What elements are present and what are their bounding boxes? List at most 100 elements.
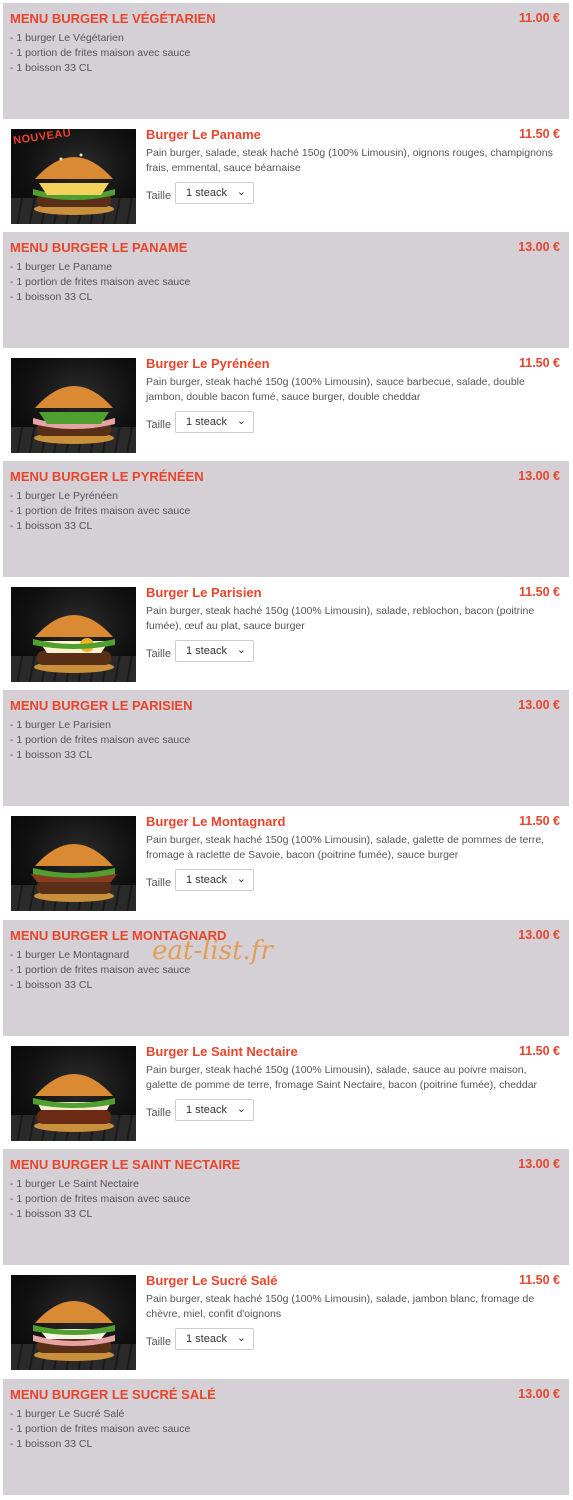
menu-title: MENU BURGER LE PYRÉNÉEN [10, 469, 204, 484]
menu-line: - 1 boisson 33 CL [10, 1438, 93, 1450]
menu-contents: - 1 burger Le Parisien - 1 portion de fr… [10, 718, 190, 763]
burger-price: 11.50 € [518, 1044, 560, 1058]
size-select-value: 1 steack [186, 1104, 227, 1116]
burger-description: Pain burger, steak haché 150g (100% Limo… [146, 834, 545, 861]
chevron-down-icon: ⌄ [236, 415, 246, 427]
burger-title[interactable]: Burger Le Parisien [146, 585, 262, 600]
burger-title[interactable]: Burger Le Paname [146, 127, 261, 142]
menu-card[interactable]: MENU BURGER LE PANAME 13.00 € - 1 burger… [3, 232, 569, 348]
burger-description: Pain burger, salade, steak haché 150g (1… [146, 147, 553, 174]
burger-photo[interactable]: NOUVEAU [11, 129, 136, 224]
size-select[interactable]: 1 steack ⌄ [175, 869, 254, 891]
menu-line: - 1 portion de frites maison avec sauce [10, 734, 191, 746]
menu-line: - 1 boisson 33 CL [10, 291, 93, 303]
menu-line: - 1 boisson 33 CL [10, 62, 93, 74]
menu-title: MENU BURGER LE VÉGÉTARIEN [10, 11, 216, 26]
chevron-down-icon: ⌄ [236, 873, 246, 885]
size-label: Taille [146, 1107, 172, 1119]
burger-card[interactable]: NOUVEAU Burger Le Paname 11.50 € Pain bu… [3, 121, 569, 229]
menu-card[interactable]: MENU BURGER LE PYRÉNÉEN 13.00 € - 1 burg… [3, 461, 569, 577]
menu-contents: - 1 burger Le Paname - 1 portion de frit… [10, 260, 190, 305]
menu-line: - 1 boisson 33 CL [10, 979, 93, 991]
menu-line: - 1 burger Le Sucré Salé [10, 1408, 125, 1420]
menu-contents: - 1 burger Le Végétarien - 1 portion de … [10, 31, 190, 76]
burger-title[interactable]: Burger Le Montagnard [146, 814, 285, 829]
menu-line: - 1 burger Le Paname [10, 261, 113, 273]
menu-line: - 1 burger Le Végétarien [10, 32, 124, 44]
size-select[interactable]: 1 steack ⌄ [175, 411, 254, 433]
burger-photo[interactable] [11, 358, 136, 453]
menu-line: - 1 boisson 33 CL [10, 520, 93, 532]
burger-title[interactable]: Burger Le Saint Nectaire [146, 1044, 298, 1059]
burger-photo[interactable] [11, 1275, 136, 1370]
burger-illustration [33, 615, 115, 673]
burger-photo[interactable] [11, 587, 136, 682]
menu-line: - 1 burger Le Pyrénéen [10, 490, 118, 502]
menu-card[interactable]: MENU BURGER LE VÉGÉTARIEN 11.00 € - 1 bu… [3, 3, 569, 119]
burger-illustration [31, 844, 117, 902]
menu-price: 11.00 € [518, 11, 560, 25]
burger-description: Pain burger, steak haché 150g (100% Limo… [146, 376, 525, 403]
burger-illustration [33, 386, 115, 444]
chevron-down-icon: ⌄ [236, 644, 246, 656]
burger-description: Pain burger, steak haché 150g (100% Limo… [146, 605, 535, 632]
burger-description: Pain burger, steak haché 150g (100% Limo… [146, 1064, 538, 1091]
burger-price: 11.50 € [518, 814, 560, 828]
menu-title: MENU BURGER LE PANAME [10, 240, 188, 255]
size-select[interactable]: 1 steack ⌄ [175, 1099, 254, 1121]
menu-title: MENU BURGER LE SAINT NECTAIRE [10, 1157, 241, 1172]
chevron-down-icon: ⌄ [236, 1103, 246, 1115]
burger-price: 11.50 € [518, 585, 560, 599]
menu-line: - 1 portion de frites maison avec sauce [10, 1193, 191, 1205]
watermark: eat-list.fr [152, 936, 273, 966]
menu-line: - 1 boisson 33 CL [10, 749, 93, 761]
chevron-down-icon: ⌄ [236, 1332, 246, 1344]
size-select[interactable]: 1 steack ⌄ [175, 1328, 254, 1350]
menu-card[interactable]: MENU BURGER LE PARISIEN 13.00 € - 1 burg… [3, 690, 569, 806]
burger-photo[interactable] [11, 816, 136, 911]
size-select[interactable]: 1 steack ⌄ [175, 182, 254, 204]
size-select-value: 1 steack [186, 187, 227, 199]
menu-card[interactable]: MENU BURGER LE SAINT NECTAIRE 13.00 € - … [3, 1149, 569, 1265]
size-label: Taille [146, 419, 172, 431]
burger-card[interactable]: Burger Le Sucré Salé 11.50 € Pain burger… [3, 1267, 569, 1375]
menu-title: MENU BURGER LE SUCRÉ SALÉ [10, 1387, 216, 1402]
menu-price: 13.00 € [518, 1387, 560, 1401]
burger-title[interactable]: Burger Le Sucré Salé [146, 1273, 278, 1288]
size-select-value: 1 steack [186, 874, 227, 886]
burger-description: Pain burger, steak haché 150g (100% Limo… [146, 1293, 535, 1320]
menu-contents: - 1 burger Le Sucré Salé - 1 portion de … [10, 1407, 190, 1452]
burger-card[interactable]: Burger Le Parisien 11.50 € Pain burger, … [3, 579, 569, 687]
burger-card[interactable]: Burger Le Saint Nectaire 11.50 € Pain bu… [3, 1038, 569, 1146]
burger-card[interactable]: Burger Le Pyrénéen 11.50 € Pain burger, … [3, 350, 569, 458]
burger-price: 11.50 € [518, 356, 560, 370]
menu-line: - 1 burger Le Saint Nectaire [10, 1178, 139, 1190]
burger-photo[interactable] [11, 1046, 136, 1141]
size-label: Taille [146, 1336, 172, 1348]
size-label: Taille [146, 877, 172, 889]
menu-line: - 1 boisson 33 CL [10, 1208, 93, 1220]
menu-line: - 1 portion de frites maison avec sauce [10, 47, 191, 59]
burger-title[interactable]: Burger Le Pyrénéen [146, 356, 270, 371]
size-select-value: 1 steack [186, 1333, 227, 1345]
burger-card[interactable]: Burger Le Montagnard 11.50 € Pain burger… [3, 808, 569, 916]
burger-illustration [33, 1301, 115, 1361]
size-select[interactable]: 1 steack ⌄ [175, 640, 254, 662]
menu-price: 13.00 € [518, 240, 560, 254]
menu-line: - 1 portion de frites maison avec sauce [10, 505, 191, 517]
menu-card[interactable]: MENU BURGER LE SUCRÉ SALÉ 13.00 € - 1 bu… [3, 1379, 569, 1495]
size-label: Taille [146, 190, 172, 202]
menu-contents: - 1 burger Le Pyrénéen - 1 portion de fr… [10, 489, 190, 534]
menu-line: - 1 burger Le Parisien [10, 719, 111, 731]
menu-line: - 1 portion de frites maison avec sauce [10, 276, 191, 288]
menu-price: 13.00 € [518, 698, 560, 712]
burger-price: 11.50 € [518, 1273, 560, 1287]
menu-card[interactable]: MENU BURGER LE MONTAGNARD 13.00 € - 1 bu… [3, 920, 569, 1036]
chevron-down-icon: ⌄ [236, 186, 246, 198]
menu-line: - 1 portion de frites maison avec sauce [10, 1423, 191, 1435]
burger-illustration [33, 1074, 115, 1132]
menu-price: 13.00 € [518, 469, 560, 483]
menu-price: 13.00 € [518, 1157, 560, 1171]
menu-title: MENU BURGER LE PARISIEN [10, 698, 193, 713]
size-select-value: 1 steack [186, 416, 227, 428]
